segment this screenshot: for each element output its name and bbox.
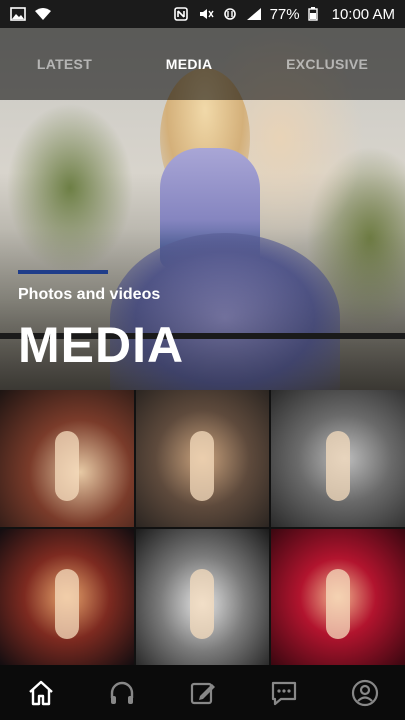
headphones-icon xyxy=(110,681,133,704)
nav-profile[interactable] xyxy=(345,673,385,713)
thumbnail-figure xyxy=(54,430,79,501)
edit-icon xyxy=(190,682,215,704)
nav-audio[interactable] xyxy=(102,673,142,713)
thumbnail-figure xyxy=(190,430,215,501)
media-thumbnail[interactable] xyxy=(0,528,134,665)
home-icon xyxy=(28,680,53,705)
status-bar: 77% 10:00 AM xyxy=(0,0,405,28)
media-thumbnail[interactable] xyxy=(135,390,270,527)
profile-icon xyxy=(351,679,378,706)
media-thumbnail[interactable] xyxy=(0,390,134,527)
hero-accent-line xyxy=(18,270,108,274)
wifi-icon xyxy=(34,7,51,21)
top-tabs: LATEST MEDIA EXCLUSIVE xyxy=(0,28,405,100)
tab-media[interactable]: MEDIA xyxy=(156,46,223,82)
mute-icon xyxy=(198,7,214,21)
nav-home[interactable] xyxy=(21,673,61,713)
tab-latest[interactable]: LATEST xyxy=(27,46,102,82)
nav-edit[interactable] xyxy=(183,673,223,713)
media-thumbnail[interactable] xyxy=(135,528,270,665)
nfc-icon xyxy=(173,7,190,21)
image-icon xyxy=(10,7,26,21)
media-thumbnail[interactable] xyxy=(271,390,405,527)
signal-icon xyxy=(246,7,262,21)
battery-icon xyxy=(307,7,324,21)
thumbnail-figure xyxy=(326,569,351,640)
tab-exclusive[interactable]: EXCLUSIVE xyxy=(276,46,378,82)
thumbnail-figure xyxy=(54,569,79,640)
media-grid xyxy=(0,390,405,665)
clock: 10:00 AM xyxy=(331,5,395,23)
chat-icon xyxy=(271,681,296,705)
media-thumbnail[interactable] xyxy=(271,528,405,665)
data-icon xyxy=(222,7,238,21)
nav-chat[interactable] xyxy=(264,673,304,713)
status-left xyxy=(10,7,51,21)
thumbnail-figure xyxy=(190,569,215,640)
status-right: 77% 10:00 AM xyxy=(173,5,395,23)
media-hero: LATEST MEDIA EXCLUSIVE Photos and videos… xyxy=(0,28,405,390)
thumbnail-figure xyxy=(326,430,351,501)
hero-title: MEDIA xyxy=(18,317,185,373)
battery-percent: 77% xyxy=(269,5,300,23)
hero-subtitle: Photos and videos xyxy=(18,286,161,303)
bottom-nav xyxy=(0,665,405,720)
